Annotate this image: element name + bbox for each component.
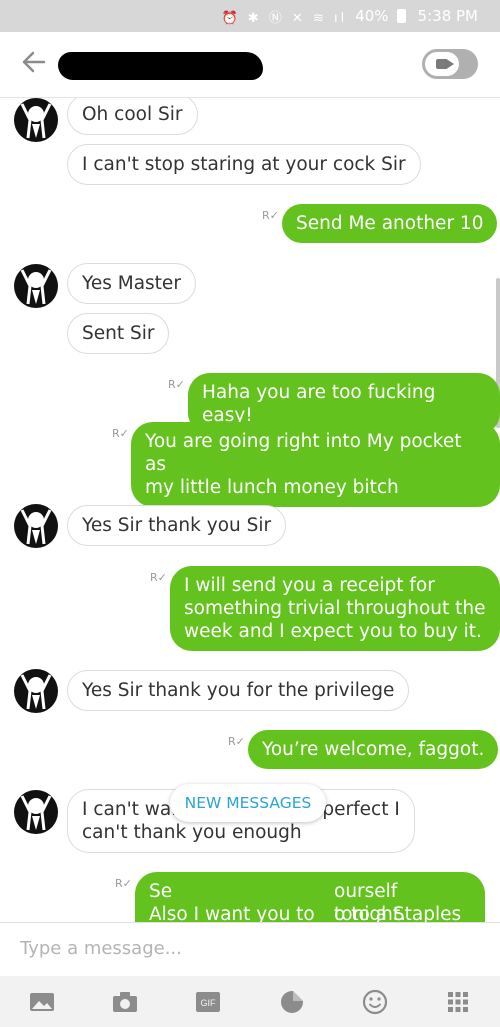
contact-avatar[interactable] [14, 504, 58, 548]
message-input-placeholder[interactable]: Type a message... [20, 938, 182, 959]
contact-avatar[interactable] [14, 790, 58, 834]
attachment-toolbar: GIF [0, 976, 500, 1027]
emoji-icon[interactable] [361, 988, 389, 1016]
message-line: week and I expect you to buy it. [184, 621, 482, 642]
message-line: I will send you a receipt for [184, 575, 435, 596]
message-line: Se ourself tonight. [149, 880, 471, 922]
message-bubble-incoming[interactable]: I can't stop staring at your cock Sir [67, 144, 421, 185]
new-messages-button[interactable]: NEW MESSAGES [170, 784, 326, 822]
gallery-icon[interactable] [28, 988, 56, 1016]
read-receipt: R✓ [115, 877, 132, 890]
message-line: my little lunch money bitch [145, 477, 399, 498]
message-line: You are going right into My pocket as [145, 431, 462, 475]
read-receipt: R✓ [168, 378, 185, 391]
redacted-contact-name [58, 52, 263, 80]
video-call-toggle[interactable] [422, 49, 478, 79]
read-receipt: R✓ [150, 571, 167, 584]
message-bubble-outgoing[interactable]: You’re welcome, faggot. [248, 730, 499, 769]
message-fragment: o to a Staples or [334, 904, 462, 922]
message-line: can't thank you enough [82, 822, 302, 843]
read-receipt: R✓ [228, 735, 245, 748]
camera-icon[interactable] [111, 988, 139, 1016]
message-bubble-outgoing[interactable]: Send Me another 10 [282, 204, 498, 243]
gif-icon[interactable]: GIF [194, 988, 222, 1016]
video-camera-icon [425, 52, 459, 76]
apps-grid-icon[interactable] [444, 988, 472, 1016]
gif-label: GIF [201, 998, 217, 1008]
battery-percent: 40% [355, 7, 389, 25]
read-receipt: R✓ [262, 209, 279, 222]
message-bubble-incoming[interactable]: Yes Sir thank you for the privilege [67, 670, 410, 711]
message-bubble-incoming[interactable]: Sent Sir [67, 313, 170, 354]
message-fragment: Se [149, 881, 173, 902]
sticker-icon[interactable] [278, 988, 306, 1016]
message-line: something trivial throughout the [184, 598, 486, 619]
message-bubble-outgoing-partial[interactable]: Se ourself tonight. Also I want you to o… [135, 872, 485, 922]
contact-avatar[interactable] [14, 98, 58, 142]
message-bubble-incoming[interactable]: Oh cool Sir [67, 98, 198, 135]
message-bubble-incoming[interactable]: Yes Sir thank you Sir [67, 505, 287, 546]
message-fragment: Also I want you to [149, 904, 315, 922]
message-bubble-outgoing[interactable]: You are going right into My pocket as my… [131, 422, 500, 507]
contact-avatar[interactable] [14, 264, 58, 308]
message-bubble-incoming[interactable]: Yes Master [67, 263, 196, 304]
message-line: Also I want you to o to a Staples or [149, 903, 471, 922]
status-bar: ⏰ ✱ Ⓝ ✕ ≋ ıl 40% 5:38 PM [0, 0, 500, 32]
read-receipt: R✓ [112, 427, 129, 440]
status-icons: ⏰ ✱ Ⓝ ✕ ≋ ıl [221, 10, 348, 26]
back-arrow-icon[interactable] [20, 48, 48, 82]
clock: 5:38 PM [417, 7, 478, 25]
message-composer[interactable]: Type a message... [0, 922, 500, 976]
conversation-header [0, 32, 500, 98]
battery-icon [396, 7, 410, 25]
message-bubble-outgoing[interactable]: I will send you a receipt for something … [170, 566, 500, 651]
contact-avatar[interactable] [14, 669, 58, 713]
